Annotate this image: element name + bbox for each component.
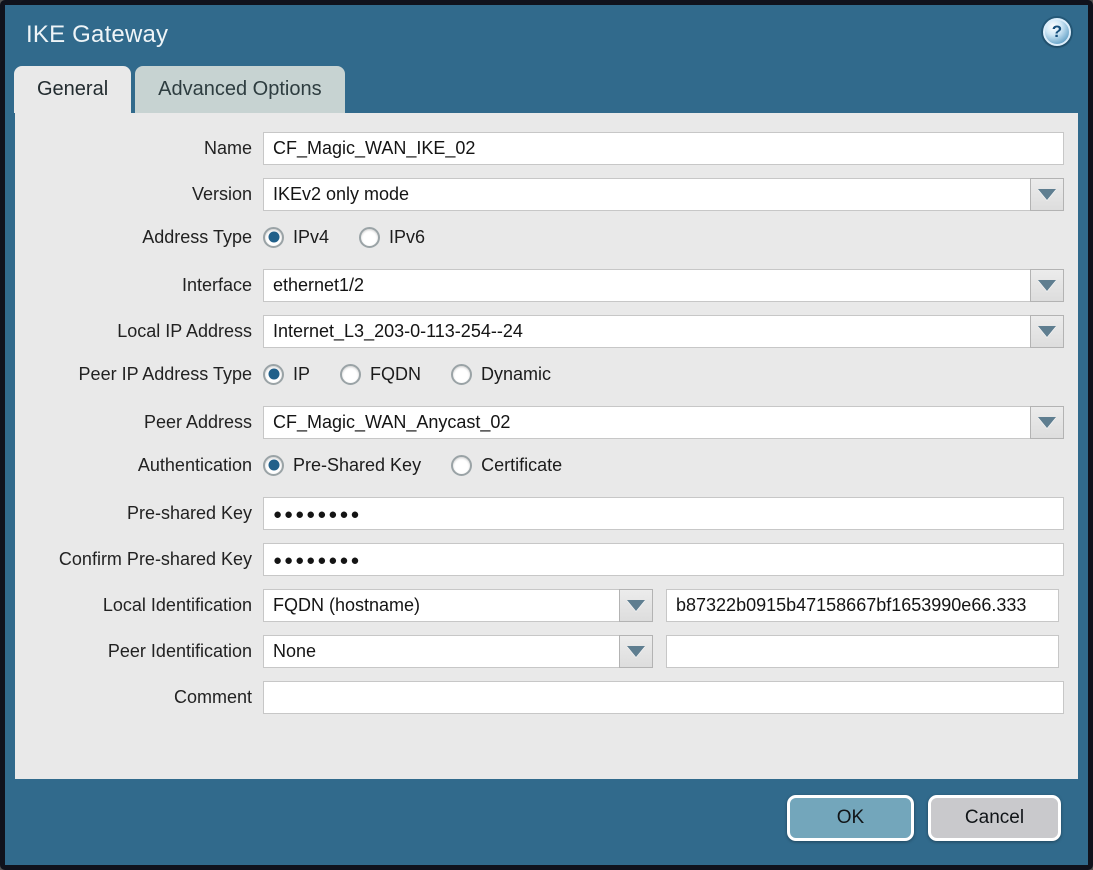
local-identification-value-input[interactable] <box>666 589 1059 622</box>
radio-ipv4-circle <box>263 227 284 248</box>
radio-ipv6[interactable]: IPv6 <box>359 227 425 248</box>
comment-label: Comment <box>21 687 263 708</box>
preshared-key-input[interactable] <box>263 497 1064 530</box>
name-input[interactable] <box>263 132 1064 165</box>
comment-input[interactable] <box>263 681 1064 714</box>
version-input[interactable] <box>263 178 1031 211</box>
version-combo <box>263 178 1064 211</box>
radio-peer-dynamic-label: Dynamic <box>481 364 551 385</box>
name-label: Name <box>21 138 263 159</box>
radio-peer-fqdn[interactable]: FQDN <box>340 364 421 385</box>
local-identification-type-input[interactable] <box>263 589 620 622</box>
version-dropdown-button[interactable] <box>1030 178 1064 211</box>
local-ip-row: Local IP Address <box>21 315 1064 348</box>
dialog-titlebar: IKE Gateway ? <box>5 5 1088 65</box>
radio-ipv4-label: IPv4 <box>293 227 329 248</box>
local-identification-dropdown-button[interactable] <box>619 589 653 622</box>
peer-identification-row: Peer Identification <box>21 635 1064 668</box>
peer-address-dropdown-button[interactable] <box>1030 406 1064 439</box>
interface-row: Interface <box>21 269 1064 302</box>
local-ip-combo <box>263 315 1064 348</box>
peer-ip-type-row: Peer IP Address Type IP FQDN Dynamic <box>21 361 1064 387</box>
peer-identification-dropdown-button[interactable] <box>619 635 653 668</box>
peer-identification-type-combo <box>263 635 653 668</box>
preshared-key-label: Pre-shared Key <box>21 503 263 524</box>
peer-identification-value-input[interactable] <box>666 635 1059 668</box>
address-type-row: Address Type IPv4 IPv6 <box>21 224 1064 250</box>
chevron-down-icon <box>1038 189 1056 200</box>
ike-gateway-dialog: IKE Gateway ? General Advanced Options N… <box>0 0 1093 870</box>
local-ip-dropdown-button[interactable] <box>1030 315 1064 348</box>
peer-address-combo <box>263 406 1064 439</box>
chevron-down-icon <box>627 600 645 611</box>
authentication-row: Authentication Pre-Shared Key Certificat… <box>21 452 1064 478</box>
radio-preshared-key[interactable]: Pre-Shared Key <box>263 455 421 476</box>
local-ip-label: Local IP Address <box>21 321 263 342</box>
radio-ipv6-circle <box>359 227 380 248</box>
tab-advanced-options-label: Advanced Options <box>158 78 321 101</box>
radio-certificate-circle <box>451 455 472 476</box>
confirm-preshared-key-row: Confirm Pre-shared Key <box>21 543 1064 576</box>
radio-peer-fqdn-label: FQDN <box>370 364 421 385</box>
cancel-button[interactable]: Cancel <box>928 795 1061 841</box>
tab-general[interactable]: General <box>14 66 131 113</box>
interface-combo <box>263 269 1064 302</box>
radio-preshared-key-label: Pre-Shared Key <box>293 455 421 476</box>
peer-identification-type-input[interactable] <box>263 635 620 668</box>
radio-peer-fqdn-circle <box>340 364 361 385</box>
radio-peer-ip[interactable]: IP <box>263 364 310 385</box>
help-glyph: ? <box>1052 22 1062 42</box>
local-identification-label: Local Identification <box>21 595 263 616</box>
help-icon[interactable]: ? <box>1043 18 1071 46</box>
local-identification-row: Local Identification <box>21 589 1064 622</box>
address-type-label: Address Type <box>21 227 263 248</box>
tab-bar: General Advanced Options <box>5 65 1088 113</box>
local-identification-type-combo <box>263 589 653 622</box>
peer-address-input[interactable] <box>263 406 1031 439</box>
peer-ip-type-label: Peer IP Address Type <box>21 364 263 385</box>
chevron-down-icon <box>1038 280 1056 291</box>
radio-peer-dynamic-circle <box>451 364 472 385</box>
peer-address-row: Peer Address <box>21 406 1064 439</box>
chevron-down-icon <box>1038 417 1056 428</box>
dialog-footer: OK Cancel <box>5 779 1088 865</box>
radio-preshared-key-circle <box>263 455 284 476</box>
radio-ipv4[interactable]: IPv4 <box>263 227 329 248</box>
radio-ipv6-label: IPv6 <box>389 227 425 248</box>
interface-label: Interface <box>21 275 263 296</box>
chevron-down-icon <box>627 646 645 657</box>
dialog-title: IKE Gateway <box>26 21 168 49</box>
radio-certificate[interactable]: Certificate <box>451 455 562 476</box>
confirm-preshared-key-input[interactable] <box>263 543 1064 576</box>
tab-advanced-options[interactable]: Advanced Options <box>135 66 344 113</box>
tab-general-label: General <box>37 78 108 101</box>
local-ip-input[interactable] <box>263 315 1031 348</box>
radio-peer-dynamic[interactable]: Dynamic <box>451 364 551 385</box>
version-label: Version <box>21 184 263 205</box>
comment-row: Comment <box>21 681 1064 714</box>
ok-button[interactable]: OK <box>787 795 914 841</box>
peer-address-label: Peer Address <box>21 412 263 433</box>
interface-dropdown-button[interactable] <box>1030 269 1064 302</box>
authentication-label: Authentication <box>21 455 263 476</box>
version-row: Version <box>21 178 1064 211</box>
preshared-key-row: Pre-shared Key <box>21 497 1064 530</box>
radio-peer-ip-label: IP <box>293 364 310 385</box>
name-row: Name <box>21 132 1064 165</box>
peer-identification-label: Peer Identification <box>21 641 263 662</box>
radio-peer-ip-circle <box>263 364 284 385</box>
general-tab-panel: Name Version Address Type <box>15 113 1078 779</box>
radio-certificate-label: Certificate <box>481 455 562 476</box>
interface-input[interactable] <box>263 269 1031 302</box>
confirm-preshared-key-label: Confirm Pre-shared Key <box>21 549 263 570</box>
chevron-down-icon <box>1038 326 1056 337</box>
